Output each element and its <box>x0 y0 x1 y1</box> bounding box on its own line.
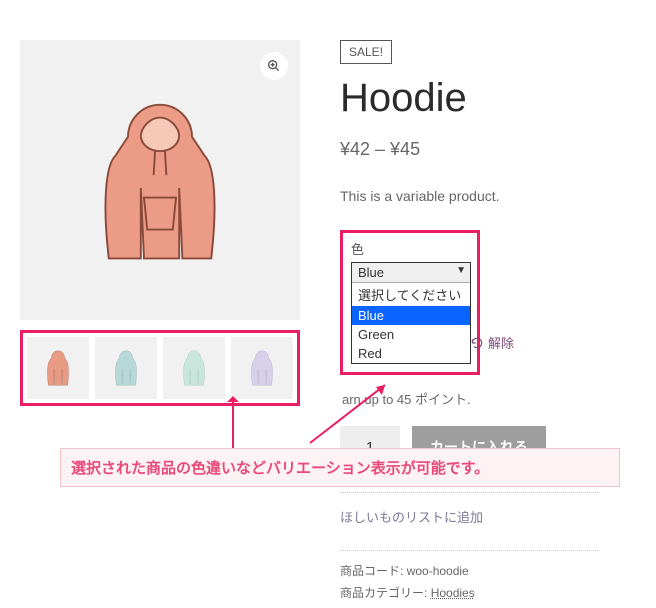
thumbnail-2[interactable] <box>95 337 157 399</box>
hoodie-illustration <box>80 90 240 270</box>
sku-label: 商品コード: <box>340 564 403 578</box>
reset-variation[interactable]: 解除 <box>470 333 514 352</box>
color-dropdown: 選択してください Blue Green Red <box>352 282 470 363</box>
category-label: 商品カテゴリー: <box>340 586 427 600</box>
zoom-icon[interactable] <box>260 52 288 80</box>
wishlist-link[interactable]: ほしいものリストに追加 <box>340 492 600 526</box>
sale-badge: SALE! <box>340 40 392 64</box>
thumbnail-1[interactable] <box>27 337 89 399</box>
color-variation-block: 色 Blue 選択してください Blue Green Red <box>340 230 480 375</box>
product-title: Hoodie <box>340 76 636 121</box>
color-select[interactable]: Blue 選択してください Blue Green Red <box>351 262 471 364</box>
reset-label: 解除 <box>488 333 514 352</box>
product-main-image[interactable] <box>20 40 300 320</box>
category-link[interactable]: Hoodies <box>431 586 475 600</box>
annotation-caption: 選択された商品の色違いなどバリエーション表示が可能です。 <box>60 448 620 487</box>
product-description: This is a variable product. <box>340 188 636 204</box>
color-option-blue[interactable]: Blue <box>352 306 470 325</box>
product-price: ¥42 – ¥45 <box>340 139 636 160</box>
annotation-arrow-2 <box>300 383 390 449</box>
thumbnail-gallery <box>20 330 300 406</box>
sku-value: woo-hoodie <box>407 564 469 578</box>
color-option-red[interactable]: Red <box>352 344 470 363</box>
color-selected-value[interactable]: Blue <box>352 263 470 282</box>
color-option-green[interactable]: Green <box>352 325 470 344</box>
thumbnail-4[interactable] <box>231 337 293 399</box>
refresh-icon <box>470 336 484 350</box>
thumbnail-3[interactable] <box>163 337 225 399</box>
color-label: 色 <box>351 239 469 258</box>
color-option-placeholder[interactable]: 選択してください <box>352 283 470 306</box>
product-meta: 商品コード: woo-hoodie 商品カテゴリー: Hoodies <box>340 550 600 604</box>
